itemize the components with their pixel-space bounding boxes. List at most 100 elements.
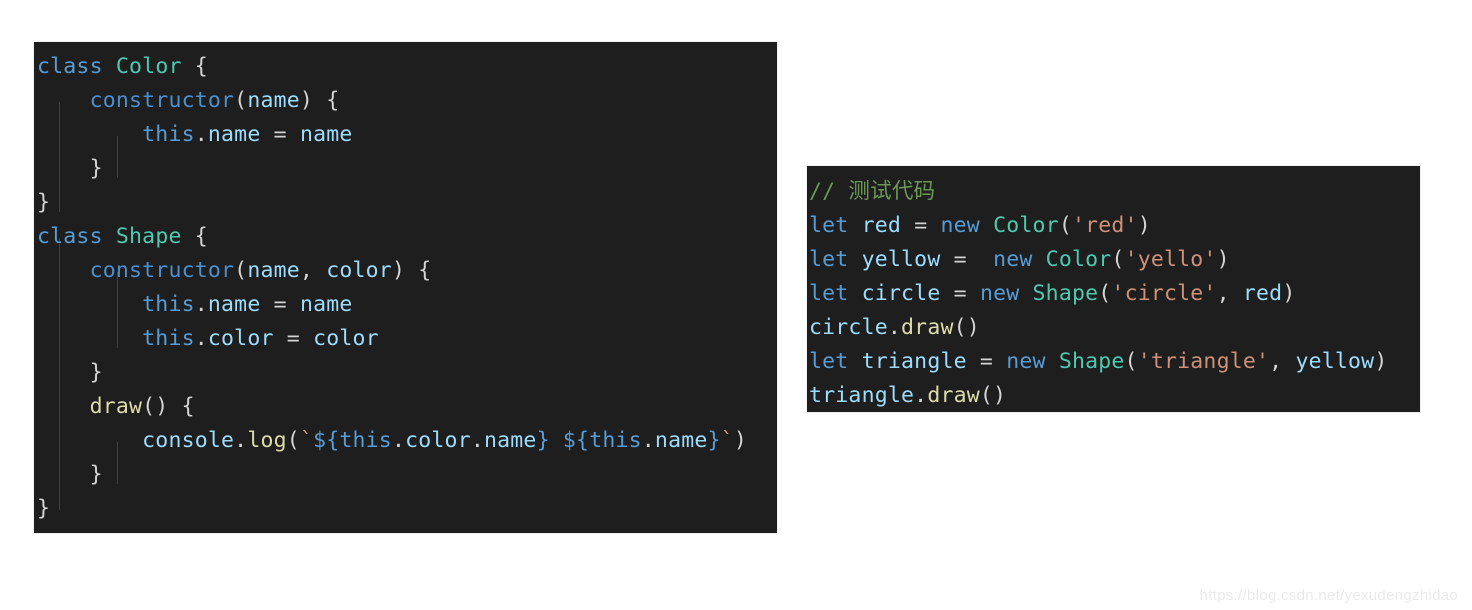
code-token: `	[720, 428, 734, 453]
code-token: constructor	[89, 258, 235, 283]
code-lines-test: // 测试代码 let red = new Color('red') let yel…	[807, 175, 1420, 412]
code-token: yellow	[1295, 349, 1375, 374]
code-token: name	[484, 428, 537, 453]
code-token: new	[993, 247, 1033, 272]
code-token: ,	[299, 258, 327, 283]
code-token: (	[1124, 349, 1138, 374]
code-token: Shape	[1058, 349, 1125, 374]
code-token: }	[536, 428, 550, 453]
code-token: circle	[861, 281, 941, 306]
code-token: .	[391, 428, 406, 453]
code-token: ${	[562, 428, 590, 453]
code-token: =	[914, 213, 928, 238]
code-token: this	[142, 122, 195, 147]
code-token: draw	[901, 315, 954, 340]
code-token: color	[207, 326, 274, 351]
code-token: constructor	[89, 88, 235, 113]
code-line: constructor(name, color) {	[34, 254, 777, 288]
code-token: 'circle'	[1111, 281, 1217, 306]
code-line: circle.draw()	[807, 311, 1420, 345]
code-token: color	[405, 428, 471, 453]
code-token: ()	[953, 315, 980, 340]
code-token: ) {	[391, 258, 432, 283]
code-line: this.color = color	[34, 322, 777, 356]
code-token: }	[37, 360, 103, 385]
code-line: constructor(name) {	[34, 84, 777, 118]
code-token: Color	[1045, 247, 1112, 272]
code-token: =	[979, 349, 994, 374]
code-token: let	[809, 349, 849, 374]
code-token: )	[1137, 213, 1151, 238]
code-token: triangle	[809, 383, 915, 408]
code-token: .	[641, 428, 655, 453]
code-token: =	[273, 122, 287, 147]
code-token: Shape	[115, 224, 182, 249]
code-token: Color	[993, 213, 1059, 238]
code-token: name	[654, 428, 708, 453]
code-token: =	[953, 281, 967, 306]
code-token: )	[1216, 247, 1230, 272]
code-token: (	[1111, 247, 1125, 272]
code-token: }	[707, 428, 721, 453]
code-token: .	[470, 428, 484, 453]
code-token: color	[326, 258, 392, 283]
code-line: let triangle = new Shape('triangle', yel…	[807, 345, 1420, 379]
code-line: triangle.draw()	[807, 379, 1420, 412]
code-token: Color	[115, 54, 182, 79]
code-line: }	[34, 458, 777, 492]
code-token: this	[339, 428, 392, 453]
code-token: color	[313, 326, 379, 351]
code-token: .	[194, 326, 208, 351]
code-token: (	[234, 258, 248, 283]
code-token: =	[953, 247, 967, 272]
code-token: {	[181, 54, 208, 79]
code-line: let red = new Color('red')	[807, 209, 1420, 243]
code-token: }	[37, 496, 51, 521]
code-lines-classes: class Color { constructor(name) { this.n…	[34, 50, 777, 526]
code-block-test-code: // 测试代码 let red = new Color('red') let yel…	[807, 166, 1420, 412]
code-token: this	[589, 428, 642, 453]
code-token: this	[142, 292, 195, 317]
code-token: red	[861, 213, 902, 238]
code-line: class Color {	[34, 50, 777, 84]
code-token: (	[234, 88, 248, 113]
code-line: }	[34, 186, 777, 220]
code-token: {	[181, 224, 208, 249]
code-token: ,	[1216, 281, 1243, 306]
code-token: 'yello'	[1124, 247, 1217, 272]
code-token: draw	[89, 394, 143, 419]
code-token: name	[299, 122, 353, 147]
code-line: let circle = new Shape('circle', red)	[807, 277, 1420, 311]
code-token: new	[940, 213, 980, 238]
code-token: new	[979, 281, 1020, 306]
code-token: circle	[809, 315, 888, 340]
code-token: `	[299, 428, 314, 453]
code-token: .	[887, 315, 902, 340]
code-block-class-definitions: } class Color { constructor(name) { this…	[34, 42, 777, 533]
code-token: ()	[979, 383, 1007, 408]
code-token: yellow	[861, 247, 941, 272]
code-token: name	[207, 292, 261, 317]
code-token: name	[299, 292, 353, 317]
code-line: }	[34, 492, 777, 526]
